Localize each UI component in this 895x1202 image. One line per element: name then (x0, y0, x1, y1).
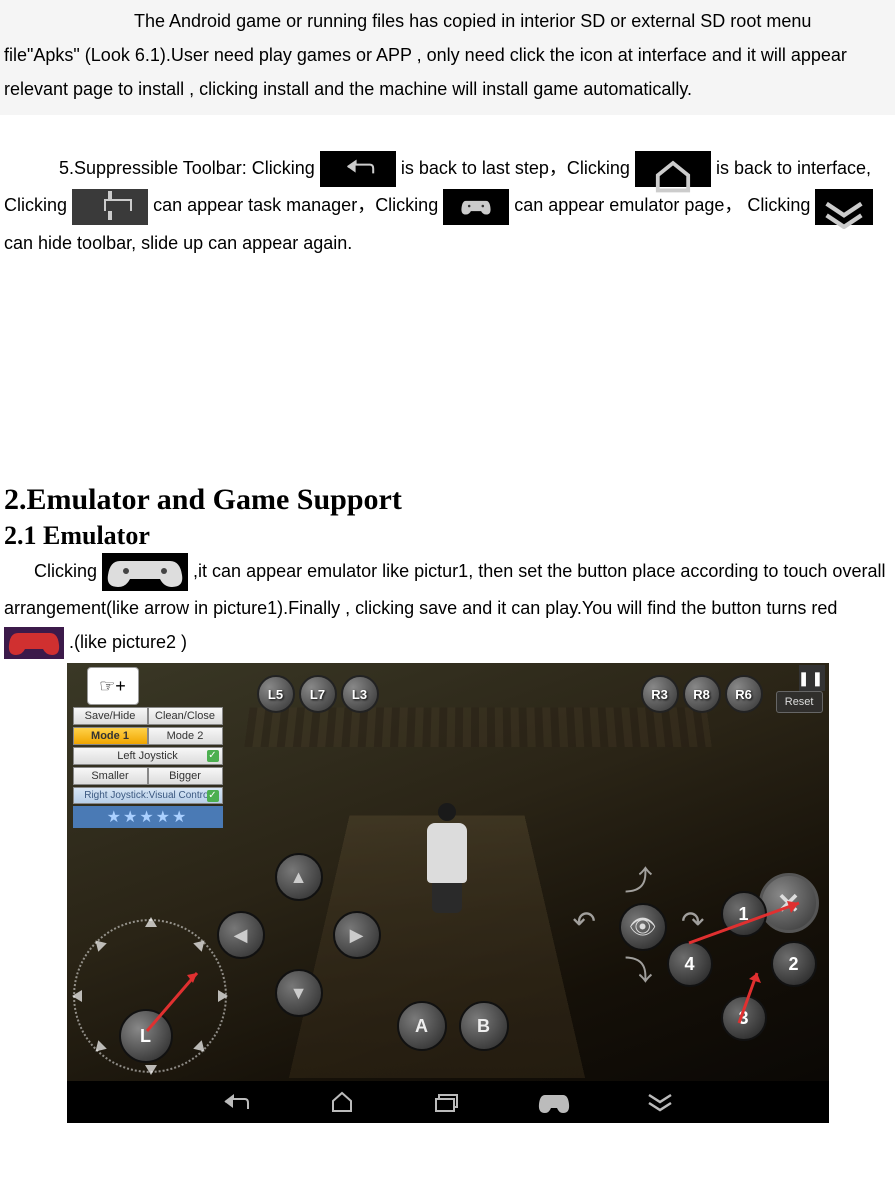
para3-p1: Clicking (34, 561, 102, 581)
home-icon (635, 151, 711, 187)
dpad[interactable]: ▲ ◀ ▶ ▼ (217, 853, 377, 1013)
nav-hide-icon[interactable] (643, 1089, 677, 1115)
orb-R6[interactable]: R6 (725, 675, 763, 713)
reset-button[interactable]: Reset (776, 691, 823, 713)
toolbar-text-after-back: is back to last step，Clicking (401, 158, 630, 178)
orb-R8[interactable]: R8 (683, 675, 721, 713)
orb-L3[interactable]: L3 (341, 675, 379, 713)
bigger-button[interactable]: Bigger (148, 767, 223, 785)
button-A[interactable]: A (397, 1001, 447, 1051)
num-button-2[interactable]: 2 (771, 941, 817, 987)
section-heading: 2.Emulator and Game Support (4, 483, 895, 517)
mode1-button[interactable]: Mode 1 (73, 727, 148, 745)
toolbar-text-after-gamepad: can appear emulator page， Clicking (514, 195, 810, 215)
num-button-3[interactable]: 3 (721, 995, 767, 1041)
emulator-paragraph: Clicking ,it can appear emulator like pi… (0, 553, 895, 659)
gamepad-red-icon (4, 627, 64, 659)
drag-handle[interactable]: ☞+ (87, 667, 139, 705)
hide-toolbar-icon (815, 189, 873, 225)
eye-icon: 👁 (619, 903, 667, 951)
orb-L7[interactable]: L7 (299, 675, 337, 713)
right-joystick-label: Right Joystick:Visual Control (84, 790, 211, 801)
left-joystick-stick[interactable]: L (119, 1009, 173, 1063)
nav-back-icon[interactable] (219, 1089, 253, 1115)
dpad-right[interactable]: ▶ (333, 911, 381, 959)
gamepad-icon (102, 553, 188, 591)
back-icon (320, 151, 396, 187)
button-B[interactable]: B (459, 1001, 509, 1051)
game-character (417, 803, 477, 913)
pause-button[interactable]: ❚❚ (799, 665, 825, 691)
nav-gamepad-icon[interactable] (537, 1089, 571, 1115)
toolbar-paragraph: 5.Suppressible Toolbar: Clicking is back… (0, 150, 895, 263)
check-icon: ✓ (207, 750, 219, 762)
nav-home-icon[interactable] (325, 1089, 359, 1115)
smaller-button[interactable]: Smaller (73, 767, 148, 785)
gamepad-icon (443, 189, 509, 225)
left-joystick-row[interactable]: Left Joystick ✓ (73, 747, 223, 765)
num-button-1[interactable]: 1 (721, 891, 767, 937)
android-nav-bar (67, 1081, 829, 1123)
intro-paragraph: The Android game or running files has co… (0, 0, 895, 115)
star-rating[interactable]: ★★★★★ (73, 806, 223, 828)
dpad-left[interactable]: ◀ (217, 911, 265, 959)
dpad-up[interactable]: ▲ (275, 853, 323, 901)
save-hide-button[interactable]: Save/Hide (73, 707, 148, 725)
nav-recent-icon[interactable] (431, 1089, 465, 1115)
para3-p3: .(like picture2 ) (69, 632, 187, 652)
clean-close-button[interactable]: Clean/Close (148, 707, 223, 725)
orb-L5[interactable]: L5 (257, 675, 295, 713)
check-icon: ✓ (207, 790, 219, 802)
mode2-button[interactable]: Mode 2 (148, 727, 223, 745)
right-joystick-row[interactable]: Right Joystick:Visual Control ✓ (73, 787, 223, 804)
toolbar-text-after-tasks: can appear task manager，Clicking (153, 195, 443, 215)
task-manager-icon (72, 189, 148, 225)
orb-R3[interactable]: R3 (641, 675, 679, 713)
toolbar-text-after-hide: can hide toolbar, slide up can appear ag… (4, 233, 352, 253)
subsection-heading: 2.1 Emulator (4, 521, 895, 551)
dpad-down[interactable]: ▼ (275, 969, 323, 1017)
left-joystick-label: Left Joystick (117, 750, 178, 762)
emulator-config-panel: ☞+ Save/Hide Clean/Close Mode 1 Mode 2 L… (73, 667, 223, 828)
number-cluster: 1 2 3 4 (667, 891, 817, 1041)
toolbar-text-prefix: 5.Suppressible Toolbar: Clicking (59, 158, 315, 178)
emulator-screenshot: ❚❚ Reset L5 L7 L3 R3 R8 R6 ☞+ Save/Hide … (67, 663, 829, 1123)
num-button-4[interactable]: 4 (667, 941, 713, 987)
